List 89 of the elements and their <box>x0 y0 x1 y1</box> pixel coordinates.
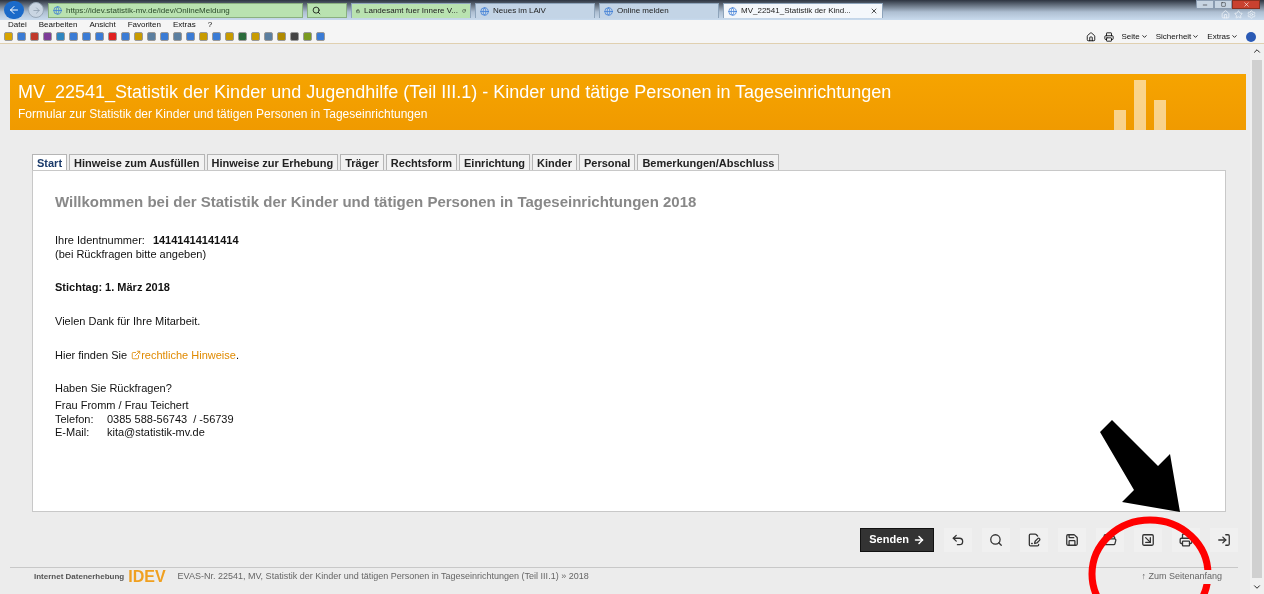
exit-icon <box>1217 532 1231 547</box>
menu-item[interactable]: Datei <box>8 21 27 29</box>
form-tab[interactable]: Kinder <box>532 154 577 170</box>
external-link-icon <box>131 350 142 360</box>
footer-logo: IDEV <box>128 569 166 585</box>
command-menu[interactable]: Sicherheit <box>1155 30 1200 43</box>
menu-item[interactable]: ? <box>207 21 213 29</box>
page-subtitle: Formular zur Statistik der Kinder und tätigen Personen in Tageseinrichtungen <box>18 106 429 124</box>
settings-icon[interactable] <box>1247 10 1256 19</box>
browser-tab[interactable]: MV_22541_Statistik der Kind... <box>723 3 883 18</box>
form-tab[interactable]: Einrichtung <box>459 154 531 170</box>
forward-button[interactable] <box>28 2 44 18</box>
contact-names: Frau Fromm / Frau Teichert <box>55 398 190 413</box>
export-icon <box>1141 532 1155 547</box>
legal-prefix: Hier finden Sie <box>55 347 128 363</box>
arrow-right-icon <box>913 533 925 546</box>
close-icon[interactable] <box>870 7 878 15</box>
print-icon <box>1179 532 1193 547</box>
page-icon <box>480 6 489 16</box>
id-note: (bei Rückfragen bitte angeben) <box>55 248 208 262</box>
page-icon <box>53 6 62 15</box>
lock-icon <box>356 7 360 15</box>
forward-arrow-icon <box>31 5 41 15</box>
save-icon <box>1065 532 1079 547</box>
caret-icon <box>1192 33 1200 40</box>
browser-tab[interactable]: Landesamt fuer Innere V... <box>351 3 471 18</box>
command-menu[interactable]: Seite <box>1121 30 1148 43</box>
command-menu[interactable]: Extras <box>1207 30 1238 43</box>
form-tab[interactable]: Träger <box>340 154 384 170</box>
document-pen-icon <box>1027 532 1041 547</box>
search-icon <box>989 532 1003 547</box>
caret-icon <box>1231 33 1238 40</box>
address-field[interactable]: https://idev.statistik-mv.de/idev/OnlineMeldung <box>48 3 303 18</box>
export-button[interactable] <box>1134 527 1162 552</box>
page-title: MV_22541_Statistik der Kinder und Jugendhilfe (Teil III.1) - Kinder und tätige Personen in Tageseinrichtungen <box>18 80 892 104</box>
print-icon[interactable] <box>1103 31 1114 42</box>
form-tab[interactable]: Personal <box>578 154 636 170</box>
close-button[interactable] <box>1232 0 1260 9</box>
menu-item[interactable]: Bearbeiten <box>38 21 78 29</box>
scroll-down-icon[interactable] <box>1252 582 1262 592</box>
page-icon <box>604 6 613 16</box>
email-address: kita@statistik-mv.de <box>107 426 206 440</box>
undo-icon <box>951 532 965 547</box>
welcome-heading: Willkommen bei der Statistik der Kinder und tätigen Personen in Tageseinrichtungen 2018 <box>55 192 698 212</box>
top-link[interactable]: ↑ Zum Seitenanfang <box>1141 570 1222 584</box>
menu-item[interactable]: Favoriten <box>127 21 161 29</box>
phone-number: 0385 588-56743 / -56739 <box>107 412 235 427</box>
home-icon[interactable] <box>1085 31 1096 42</box>
back-button[interactable] <box>4 1 24 19</box>
refresh-icon[interactable] <box>462 7 466 15</box>
deadline-text: Stichtag: 1. März 2018 <box>55 279 171 295</box>
maximize-icon <box>1220 2 1226 7</box>
maximize-button[interactable] <box>1214 0 1232 9</box>
minimize-button[interactable] <box>1196 0 1214 9</box>
form-tab[interactable]: Rechtsform <box>385 154 457 170</box>
favorites-icon[interactable] <box>1234 10 1243 19</box>
contact-heading: Haben Sie Rückfragen? <box>55 381 173 397</box>
undo-button[interactable] <box>944 527 972 552</box>
send-button[interactable]: Senden <box>860 527 934 552</box>
close-icon <box>1242 1 1250 8</box>
document-pen-button[interactable] <box>1020 527 1048 552</box>
form-tab[interactable]: Hinweise zum Ausfüllen <box>69 154 205 170</box>
id-label: Ihre Identnummer: <box>55 232 145 248</box>
exit-button[interactable] <box>1210 527 1238 552</box>
menu-item[interactable]: Extras <box>173 21 196 29</box>
back-arrow-icon <box>8 4 20 16</box>
menu-item[interactable]: Ansicht <box>89 21 116 29</box>
search-icon[interactable] <box>312 6 321 15</box>
footer-brand: Internet Datenerhebung <box>34 571 125 583</box>
scroll-up-icon[interactable] <box>1252 46 1262 56</box>
legal-suffix: . <box>235 347 239 363</box>
save-button[interactable] <box>1058 527 1086 552</box>
bar-chart-logo-icon <box>1114 80 1166 130</box>
form-tab[interactable]: Hinweise zur Erhebung <box>206 154 339 170</box>
footer-evas: EVAS-Nr. 22541, MV, Statistik der Kinder und tätigen Personen in Tageseinrichtungen (Teil III.1) » 2018 <box>177 570 589 584</box>
caret-icon <box>1140 33 1148 40</box>
id-number: 14141414141414 <box>152 232 239 248</box>
minimize-icon <box>1202 1 1208 8</box>
thanks-text: Vielen Dank für Ihre Mitarbeit. <box>55 314 202 330</box>
form-tab[interactable]: Bemerkungen/Abschluss <box>637 154 780 170</box>
folder-icon <box>1103 532 1117 547</box>
browser-tab[interactable]: Online melden <box>599 3 719 18</box>
scrollbar[interactable] <box>1250 44 1264 594</box>
page-icon <box>728 6 737 16</box>
email-label: E-Mail: <box>55 426 91 440</box>
form-tab[interactable]: Start <box>32 154 68 170</box>
phone-label: Telefon: <box>55 412 95 427</box>
search-button[interactable] <box>982 527 1010 552</box>
browser-tab[interactable]: Neues im LAiV <box>475 3 595 18</box>
